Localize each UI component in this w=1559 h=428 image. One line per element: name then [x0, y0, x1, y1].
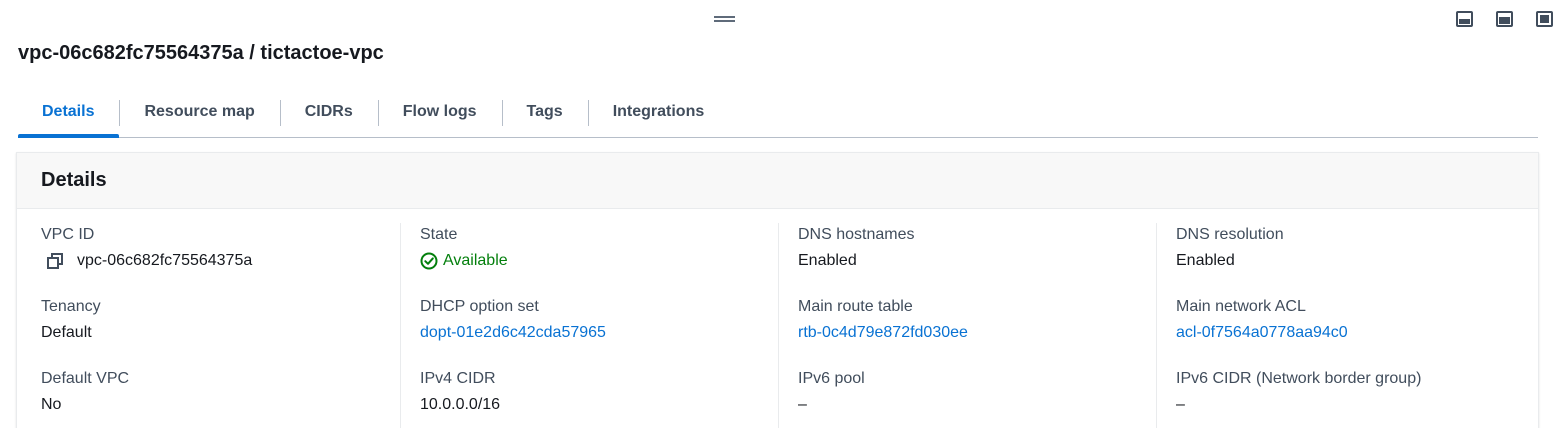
details-column-1: VPC ID vpc-06c682fc75564375a Tenancy Def… [17, 209, 400, 428]
detail-default-vpc: Default VPC No [41, 369, 400, 428]
page-title: vpc-06c682fc75564375a / tictactoe-vpc [18, 42, 384, 64]
detail-state: State Available [420, 225, 778, 297]
check-circle-icon [420, 252, 438, 270]
detail-ipv6-cidr: IPv6 CIDR (Network border group) – [1176, 369, 1534, 428]
detail-label: VPC ID [41, 226, 95, 243]
dock-bottom-icon[interactable] [1456, 11, 1473, 27]
detail-value: vpc-06c682fc75564375a [77, 252, 253, 269]
details-column-4: DNS resolution Enabled Main network ACL … [1156, 209, 1534, 428]
detail-dhcp-option-set: DHCP option set dopt-01e2d6c42cda57965 [420, 297, 778, 369]
detail-label: State [420, 226, 458, 243]
detail-label: Default VPC [41, 370, 130, 387]
vpc-details-page: vpc-06c682fc75564375a / tictactoe-vpc De… [0, 0, 1559, 428]
details-header: Details [17, 153, 1538, 209]
details-grid: VPC ID vpc-06c682fc75564375a Tenancy Def… [17, 209, 1538, 428]
tab-resource-map[interactable]: Resource map [119, 94, 279, 130]
detail-label: Main network ACL [1176, 298, 1306, 315]
dhcp-option-set-link[interactable]: dopt-01e2d6c42cda57965 [420, 323, 778, 343]
main-route-table-link[interactable]: rtb-0c4d79e872fd030ee [798, 323, 1156, 343]
detail-dns-hostnames: DNS hostnames Enabled [798, 225, 1156, 297]
panel-position-controls [1456, 11, 1553, 27]
detail-main-route-table: Main route table rtb-0c4d79e872fd030ee [798, 297, 1156, 369]
detail-ipv4-cidr: IPv4 CIDR 10.0.0.0/16 [420, 369, 778, 428]
dock-side-icon[interactable] [1496, 11, 1513, 27]
details-heading: Details [41, 169, 107, 191]
detail-value: – [1176, 396, 1185, 413]
detail-ipv6-pool: IPv6 pool – [798, 369, 1156, 428]
panel-resize-handle[interactable] [714, 14, 735, 23]
detail-value: Default [41, 324, 92, 341]
details-column-2: State Available DHCP option set dopt-01e… [400, 209, 778, 428]
tab-tags[interactable]: Tags [501, 94, 588, 130]
detail-main-network-acl: Main network ACL acl-0f7564a0778aa94c0 [1176, 297, 1534, 369]
copy-icon[interactable] [46, 252, 64, 270]
detail-value: No [41, 396, 62, 413]
tab-bar: Details Resource map CIDRs Flow logs Tag… [18, 94, 1538, 138]
detail-label: IPv4 CIDR [420, 370, 496, 387]
detail-label: IPv6 pool [798, 370, 865, 387]
detail-dns-resolution: DNS resolution Enabled [1176, 225, 1534, 297]
detail-label: Main route table [798, 298, 913, 315]
details-container: Details VPC ID vpc-06c682fc75564375a Ten… [16, 152, 1539, 428]
detail-value: 10.0.0.0/16 [420, 396, 501, 413]
detail-vpc-id: VPC ID vpc-06c682fc75564375a [41, 225, 400, 297]
status-badge: Available [443, 252, 508, 269]
tab-flow-logs[interactable]: Flow logs [377, 94, 502, 130]
detail-label: DNS resolution [1176, 226, 1284, 243]
detail-label: IPv6 CIDR (Network border group) [1176, 370, 1422, 387]
maximize-icon[interactable] [1536, 11, 1553, 27]
detail-value: – [798, 396, 807, 413]
detail-label: Tenancy [41, 298, 101, 315]
detail-label: DNS hostnames [798, 226, 915, 243]
detail-label: DHCP option set [420, 298, 539, 315]
main-network-acl-link[interactable]: acl-0f7564a0778aa94c0 [1176, 323, 1534, 343]
tab-details[interactable]: Details [18, 94, 120, 138]
detail-value: Enabled [1176, 252, 1235, 269]
tab-integrations[interactable]: Integrations [587, 94, 730, 130]
details-column-3: DNS hostnames Enabled Main route table r… [778, 209, 1156, 428]
tab-cidrs[interactable]: CIDRs [279, 94, 378, 130]
detail-tenancy: Tenancy Default [41, 297, 400, 369]
detail-value: Enabled [798, 252, 857, 269]
